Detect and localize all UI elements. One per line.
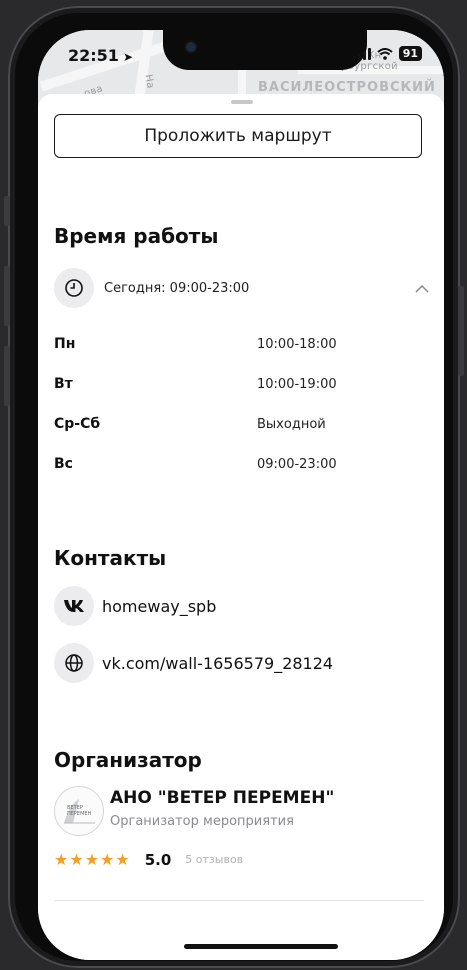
chevron-up-icon[interactable] <box>412 278 432 298</box>
volume-down-button <box>4 346 10 406</box>
contacts-title: Контакты <box>54 546 167 570</box>
volume-up-button <box>4 266 10 326</box>
phone-frame: ова На овня Кн етербургской i ВАСИЛЕОСТР… <box>4 6 464 968</box>
today-hours-toggle[interactable]: Сегодня: 09:00-23:00 <box>54 268 432 308</box>
organizer-name[interactable]: АНО "ВЕТЕР ПЕРЕМЕН" <box>110 788 334 808</box>
day-hours: Выходной <box>257 416 326 432</box>
route-button[interactable]: Проложить маршрут <box>54 114 422 158</box>
organizer-card[interactable]: ВЕТЕР ПЕРЕМЕН АНО "ВЕТЕР ПЕРЕМЕН" Органи… <box>54 786 424 836</box>
sheet-drag-handle[interactable] <box>231 100 253 104</box>
details-sheet: Проложить маршрут Время работы Сегодня: … <box>38 94 444 960</box>
camera-icon <box>186 42 196 52</box>
organizer-rating[interactable]: ★★★★★ 5.0 5 отзывов <box>54 850 243 869</box>
power-button <box>458 286 464 376</box>
contact-vk[interactable]: homeway_spb <box>54 586 424 626</box>
wifi-icon <box>377 47 393 60</box>
hours-row: Вт 10:00-19:00 <box>54 364 414 404</box>
battery-icon: 91 <box>398 46 422 61</box>
globe-icon <box>54 643 94 683</box>
rating-value: 5.0 <box>144 850 172 869</box>
organizer-role: Организатор мероприятия <box>110 814 294 829</box>
reviews-count[interactable]: 5 отзывов <box>185 853 243 866</box>
hours-row: Пн 10:00-18:00 <box>54 324 414 364</box>
status-time: 22:51 ➤ <box>68 46 133 65</box>
day-label: Вс <box>54 456 73 472</box>
screen: ова На овня Кн етербургской i ВАСИЛЕОСТР… <box>38 30 444 960</box>
clock-icon <box>54 268 94 308</box>
organizer-logo: ВЕТЕР ПЕРЕМЕН <box>54 786 104 836</box>
hours-table: Пн 10:00-18:00 Вт 10:00-19:00 Ср-Сб Выхо… <box>54 324 414 484</box>
rating-stars-icon: ★★★★★ <box>54 850 131 869</box>
signal-icon <box>352 47 371 60</box>
home-indicator[interactable] <box>184 944 338 949</box>
hours-row: Ср-Сб Выходной <box>54 404 414 444</box>
organizer-title: Организатор <box>54 748 202 772</box>
day-hours: 09:00-23:00 <box>257 456 337 472</box>
today-hours-text: Сегодня: 09:00-23:00 <box>104 280 250 296</box>
mute-switch <box>4 196 10 226</box>
contact-link[interactable]: vk.com/wall-1656579_28124 <box>54 643 424 683</box>
location-arrow-icon: ➤ <box>122 50 133 64</box>
map-district-label: ВАСИЛЕОСТРОВСКИЙ <box>258 80 436 95</box>
vk-link[interactable]: vk.com/wall-1656579_28124 <box>102 654 333 673</box>
status-time-text: 22:51 <box>68 46 119 65</box>
organizer-logo-text: ВЕТЕР ПЕРЕМЕН <box>67 805 92 817</box>
day-hours: 10:00-19:00 <box>257 376 337 392</box>
day-hours: 10:00-18:00 <box>257 336 337 352</box>
vk-icon <box>54 586 94 626</box>
hours-row: Вс 09:00-23:00 <box>54 444 414 484</box>
work-hours-title: Время работы <box>54 224 219 248</box>
day-label: Вт <box>54 376 73 392</box>
vk-name[interactable]: homeway_spb <box>102 597 216 616</box>
status-icons: 91 <box>352 46 422 61</box>
day-label: Пн <box>54 336 76 352</box>
divider <box>54 900 424 901</box>
day-label: Ср-Сб <box>54 416 101 432</box>
status-bar: 22:51 ➤ 91 <box>38 30 444 80</box>
